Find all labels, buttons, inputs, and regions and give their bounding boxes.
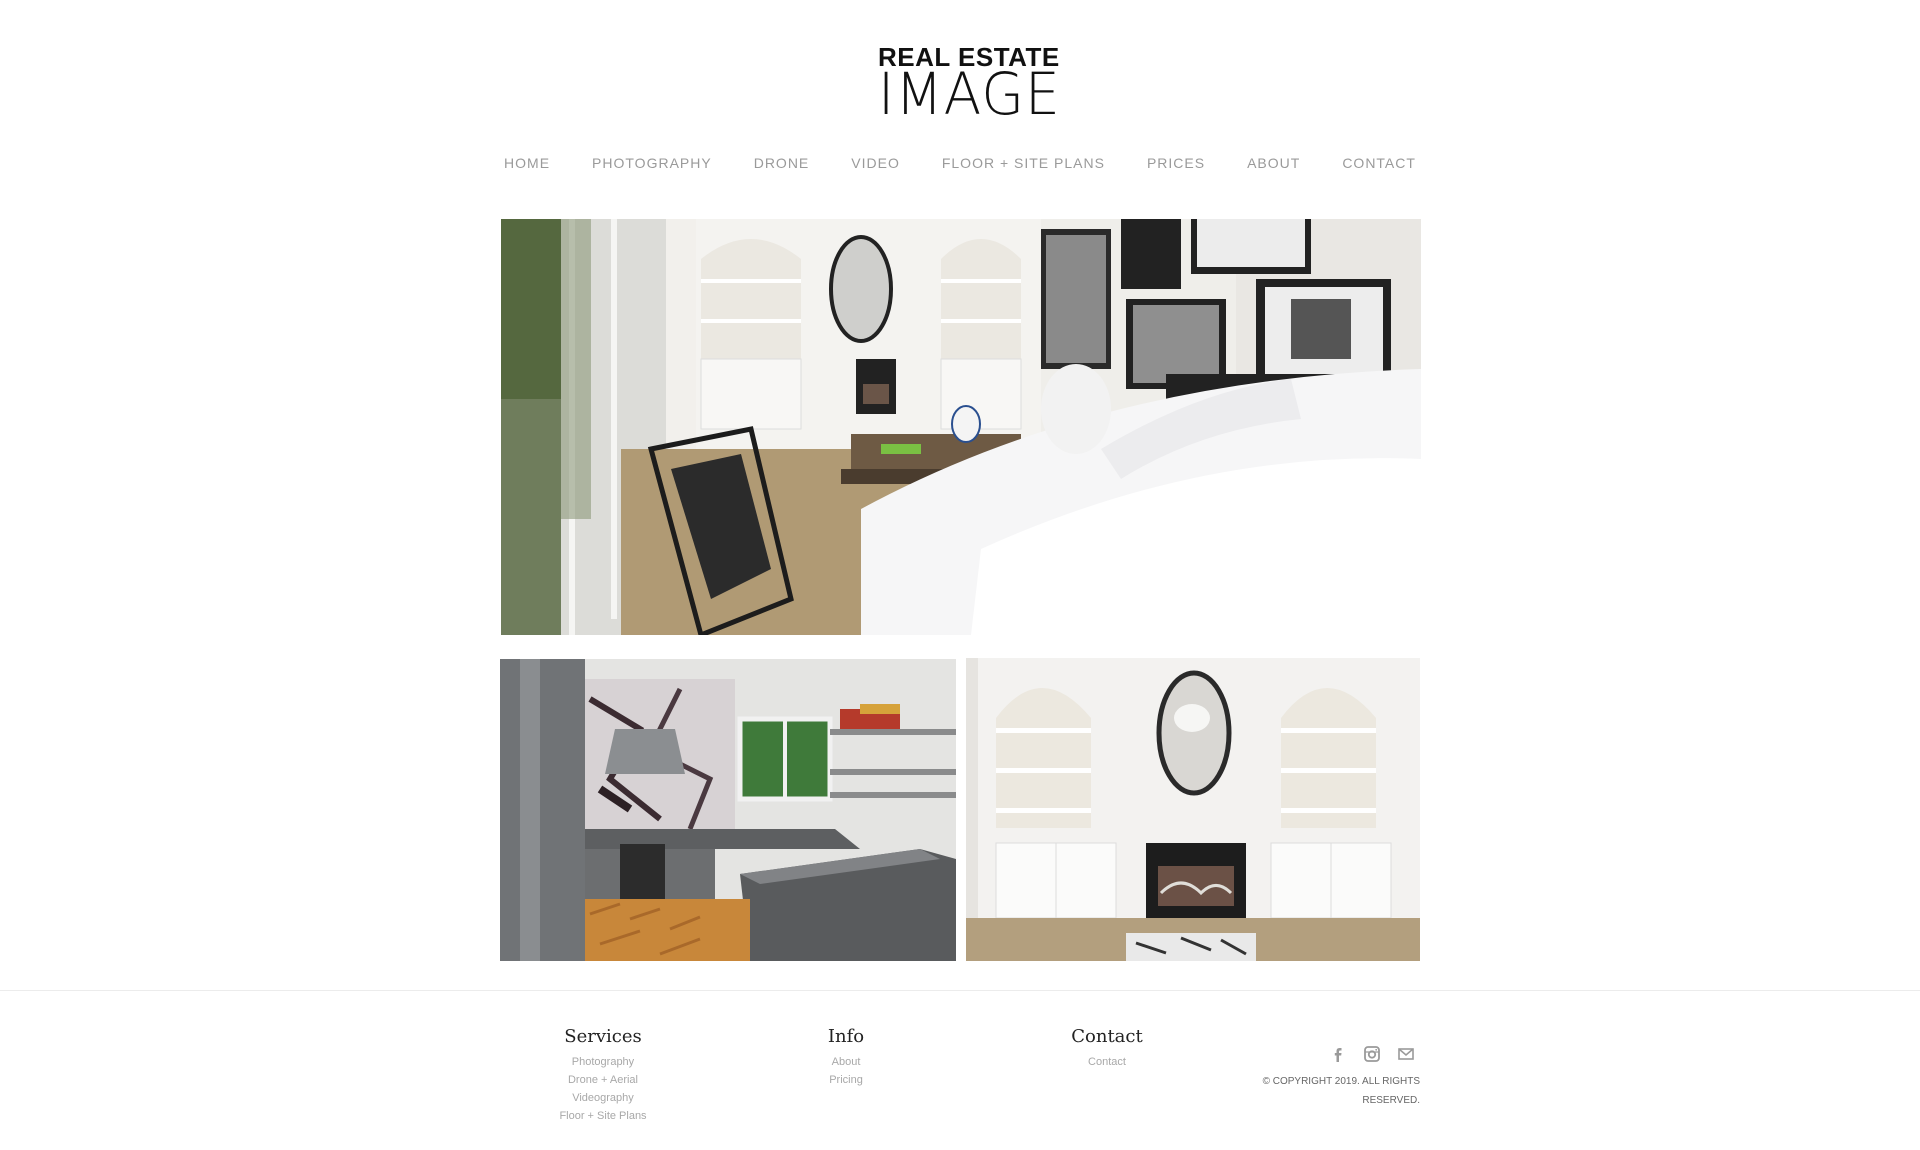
footer-services-column: Services Photography Drone + Aerial Vide…: [540, 1026, 666, 1125]
nav-drone[interactable]: DRONE: [754, 155, 810, 171]
kitchen-photo[interactable]: [500, 659, 956, 961]
footer-contact-column: Contact Contact: [1064, 1026, 1150, 1071]
copyright-line-2: RESERVED.: [1362, 1095, 1420, 1106]
footer-link-floor-site-plans[interactable]: Floor + Site Plans: [540, 1107, 666, 1125]
footer-link-about[interactable]: About: [806, 1053, 886, 1071]
footer-link-drone-aerial[interactable]: Drone + Aerial: [540, 1071, 666, 1089]
footer-contact-heading: Contact: [1071, 1026, 1143, 1047]
nav-home[interactable]: HOME: [504, 155, 550, 171]
nav-contact[interactable]: CONTACT: [1342, 155, 1416, 171]
nav-floor-site-plans[interactable]: FLOOR + SITE PLANS: [942, 155, 1105, 171]
living-room-photo[interactable]: [501, 219, 1421, 635]
nav-video[interactable]: VIDEO: [851, 155, 900, 171]
footer-services-heading: Services: [564, 1026, 642, 1047]
copyright-notice: © COPYRIGHT 2019. ALL RIGHTS RESERVED.: [1230, 1072, 1420, 1110]
footer-link-photography[interactable]: Photography: [540, 1053, 666, 1071]
site-logo[interactable]: REAL ESTATE IMAGE: [878, 44, 1061, 128]
footer-link-videography[interactable]: Videography: [540, 1089, 666, 1107]
main-nav: HOME PHOTOGRAPHY DRONE VIDEO FLOOR + SIT…: [0, 155, 1920, 171]
nav-prices[interactable]: PRICES: [1147, 155, 1205, 171]
footer-info-heading: Info: [827, 1026, 865, 1047]
footer-divider: [0, 990, 1920, 991]
fireplace-photo[interactable]: [966, 658, 1420, 961]
instagram-icon[interactable]: [1362, 1044, 1382, 1064]
facebook-icon[interactable]: [1328, 1044, 1348, 1064]
nav-photography[interactable]: PHOTOGRAPHY: [592, 155, 712, 171]
footer-info-column: Info About Pricing: [806, 1026, 886, 1089]
copyright-line-1: © COPYRIGHT 2019. ALL RIGHTS: [1262, 1076, 1420, 1087]
social-links: [1328, 1044, 1416, 1064]
footer-link-pricing[interactable]: Pricing: [806, 1071, 886, 1089]
logo-line-2: IMAGE: [878, 60, 1061, 128]
mail-icon[interactable]: [1396, 1044, 1416, 1064]
footer-link-contact[interactable]: Contact: [1064, 1053, 1150, 1071]
nav-about[interactable]: ABOUT: [1247, 155, 1300, 171]
